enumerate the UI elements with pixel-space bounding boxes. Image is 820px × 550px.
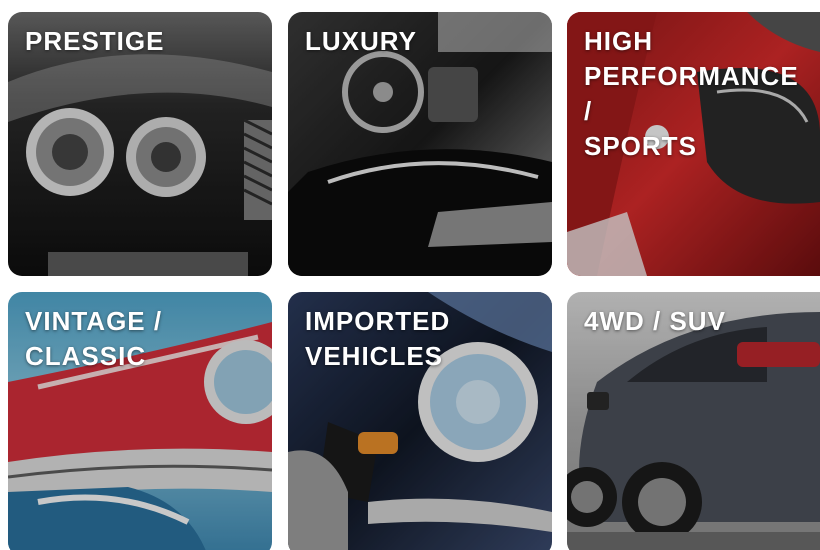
vehicle-category-grid: PRESTIGE LUXURY HIGH PERFORMANCE / SPORT… <box>0 0 820 550</box>
category-tile-prestige[interactable]: PRESTIGE <box>8 12 272 276</box>
category-label-imported-vehicles: IMPORTED VEHICLES <box>305 306 451 371</box>
category-tile-luxury[interactable]: LUXURY <box>288 12 552 276</box>
category-tile-imported-vehicles[interactable]: IMPORTED VEHICLES <box>288 292 552 550</box>
category-tile-vintage-classic[interactable]: VINTAGE / CLASSIC <box>8 292 272 550</box>
category-label-high-performance-sports: HIGH PERFORMANCE / SPORTS <box>584 26 799 161</box>
category-tile-high-performance-sports[interactable]: HIGH PERFORMANCE / SPORTS <box>567 12 820 276</box>
category-label-luxury: LUXURY <box>305 26 417 56</box>
category-label-vintage-classic: VINTAGE / CLASSIC <box>25 306 163 371</box>
category-label-4wd-suv: 4WD / SUV <box>584 306 726 336</box>
category-tile-4wd-suv[interactable]: 4WD / SUV <box>567 292 820 550</box>
category-label-prestige: PRESTIGE <box>25 26 165 56</box>
